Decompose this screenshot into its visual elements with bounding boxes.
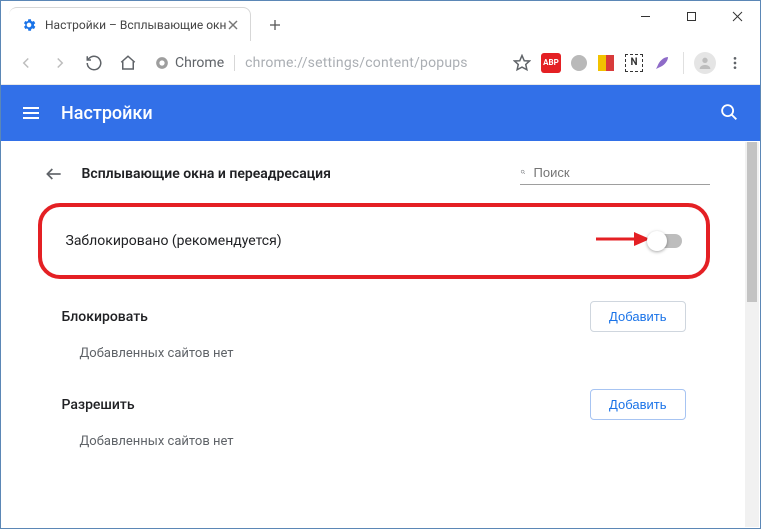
profile-avatar[interactable] xyxy=(694,52,716,74)
site-chip: Chrome xyxy=(155,55,224,71)
divider xyxy=(234,55,235,71)
block-add-button[interactable]: Добавить xyxy=(590,301,685,332)
browser-tab[interactable]: Настройки – Всплывающие окн xyxy=(9,7,251,41)
menu-button[interactable] xyxy=(720,48,750,78)
content-area: Всплывающие окна и переадресация Заблоки… xyxy=(2,142,745,527)
browser-toolbar: Chrome chrome://settings/content/popups … xyxy=(1,41,760,85)
block-empty-text: Добавленных сайтов нет xyxy=(62,346,686,361)
search-input[interactable] xyxy=(534,165,710,180)
n-extension-icon[interactable]: N xyxy=(625,54,643,72)
panel-header: Всплывающие окна и переадресация xyxy=(38,162,710,185)
window-titlebar: Настройки – Всплывающие окн xyxy=(1,1,760,41)
block-section: Блокировать Добавить Добавленных сайтов … xyxy=(38,297,710,385)
nav-back-button[interactable] xyxy=(11,48,41,78)
extensions: ABP N xyxy=(541,53,673,73)
allow-add-button[interactable]: Добавить xyxy=(590,389,685,420)
abp-extension-icon[interactable]: ABP xyxy=(541,53,561,73)
highlight-annotation: Заблокировано (рекомендуется) xyxy=(38,203,710,279)
feather-extension-icon[interactable] xyxy=(653,54,671,72)
allow-empty-text: Добавленных сайтов нет xyxy=(62,434,686,449)
nav-forward-button[interactable] xyxy=(45,48,75,78)
url-text: chrome://settings/content/popups xyxy=(245,55,468,71)
new-tab-button[interactable] xyxy=(261,11,289,39)
block-label: Блокировать xyxy=(62,309,148,325)
close-icon[interactable] xyxy=(226,18,240,32)
yandex-extension-icon[interactable] xyxy=(597,54,615,72)
star-icon[interactable] xyxy=(507,48,537,78)
back-arrow-icon[interactable] xyxy=(44,164,64,184)
toggle-knob xyxy=(647,231,667,251)
extension-icon[interactable] xyxy=(571,55,587,71)
home-button[interactable] xyxy=(113,48,143,78)
settings-title: Настройки xyxy=(61,103,718,124)
window-close-button[interactable] xyxy=(714,1,760,31)
reload-button[interactable] xyxy=(79,48,109,78)
hamburger-icon[interactable] xyxy=(19,101,43,125)
allow-label: Разрешить xyxy=(62,397,135,413)
scrollbar[interactable] xyxy=(745,142,759,527)
arrow-annotation xyxy=(594,228,650,254)
window-controls xyxy=(622,1,760,31)
search-icon xyxy=(520,164,526,180)
toggle-label: Заблокировано (рекомендуется) xyxy=(66,233,648,249)
scrollbar-thumb[interactable] xyxy=(747,142,757,302)
maximize-button[interactable] xyxy=(668,1,714,31)
minimize-button[interactable] xyxy=(622,1,668,31)
popup-toggle[interactable] xyxy=(648,234,682,248)
settings-search[interactable] xyxy=(520,162,710,185)
header-search-icon[interactable] xyxy=(718,101,742,125)
gear-icon xyxy=(21,17,37,33)
allow-section: Разрешить Добавить Добавленных сайтов не… xyxy=(38,385,710,473)
site-chip-label: Chrome xyxy=(175,55,224,71)
settings-panel: Всплывающие окна и переадресация Заблоки… xyxy=(24,142,724,513)
divider xyxy=(683,52,684,74)
panel-title: Всплывающие окна и переадресация xyxy=(82,166,502,182)
address-bar[interactable]: Chrome chrome://settings/content/popups xyxy=(147,48,503,78)
tab-title: Настройки – Всплывающие окн xyxy=(45,18,226,32)
settings-header: Настройки xyxy=(1,85,760,141)
